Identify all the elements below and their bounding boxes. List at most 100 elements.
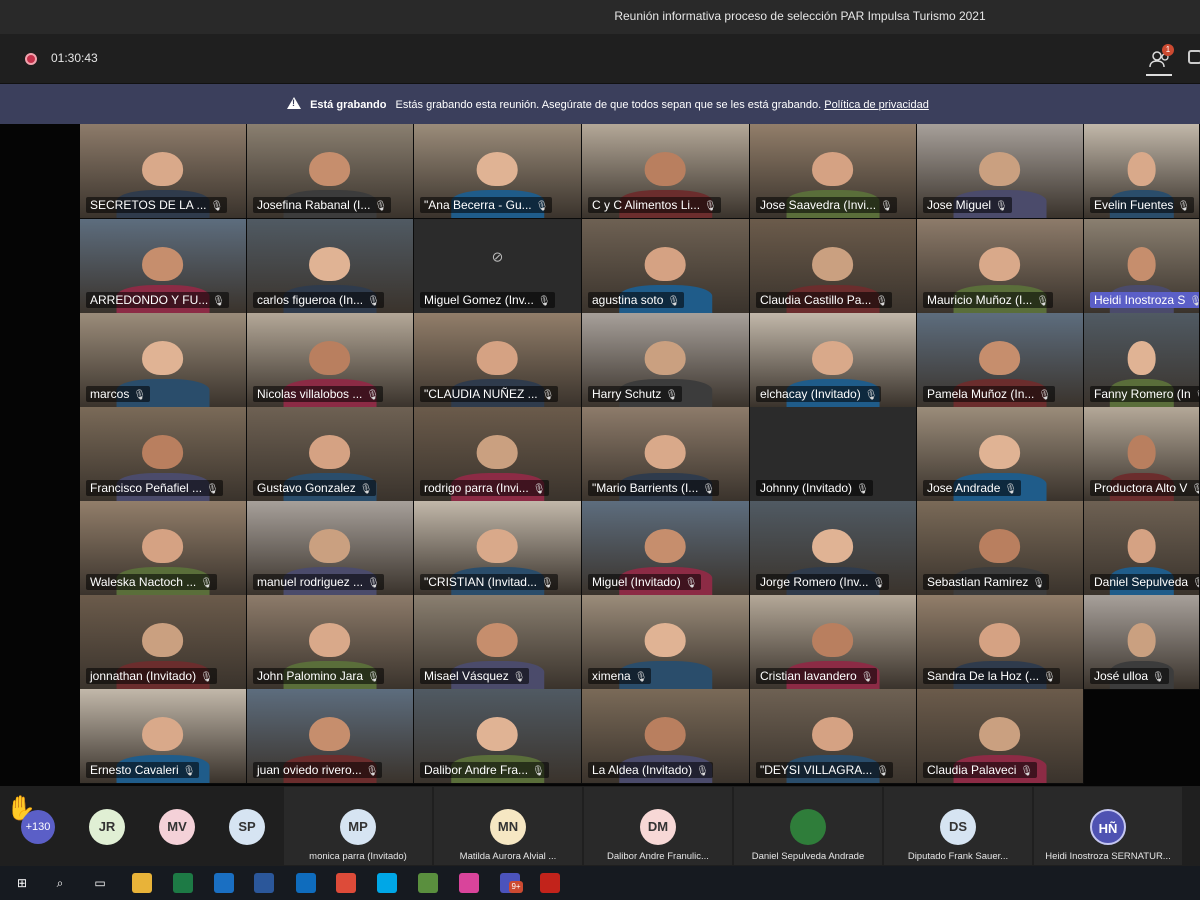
video-tile[interactable]: carlos figueroa (In... 🎙: [247, 219, 414, 314]
mic-muted-icon: 🎙: [1192, 578, 1199, 589]
participant-name-label: Miguel (Invitado) 🎙: [588, 574, 702, 590]
video-tile[interactable]: "Mario Barrients (I... 🎙: [582, 407, 750, 502]
video-tile[interactable]: Heidi Inostroza S🎙: [1084, 219, 1200, 314]
video-tile[interactable]: John Palomino Jara 🎙: [247, 595, 414, 690]
file-explorer-icon[interactable]: [132, 873, 152, 893]
participant-name: rodrigo parra (Invi...: [424, 481, 529, 495]
participant-name: carlos figueroa (In...: [257, 293, 364, 307]
participant-name: Waleska Nactoch ...: [90, 575, 197, 589]
participant-name: "Mario Barrients (I...: [592, 481, 699, 495]
mic-muted-icon: 🎙: [684, 578, 698, 589]
video-tile[interactable]: Daniel Sepulveda🎙: [1084, 501, 1200, 596]
video-tile[interactable]: Johnny (Invitado) 🎙: [750, 407, 917, 502]
video-tile[interactable]: juan oviedo rivero... 🎙: [247, 689, 414, 784]
video-tile[interactable]: jonnathan (Invitado) 🎙: [80, 595, 247, 690]
video-tile[interactable]: C y C Alimentos Li... 🎙: [582, 124, 750, 219]
video-tile[interactable]: Productora Alto V🎙: [1084, 407, 1200, 502]
mic-muted-icon: 🎙: [535, 201, 549, 212]
skype-icon[interactable]: [377, 873, 397, 893]
video-tile[interactable]: Evelin Fuentes 🎙: [1084, 124, 1200, 219]
teams-notification-badge: 9+: [509, 881, 523, 893]
participant-name: marcos: [90, 387, 130, 401]
video-tile[interactable]: "DEYSI VILLAGRA... 🎙: [750, 689, 917, 784]
video-tile[interactable]: rodrigo parra (Invi... 🎙: [414, 407, 582, 502]
avatar[interactable]: MV: [159, 809, 195, 845]
avatar: MN: [490, 809, 526, 845]
photos-icon[interactable]: [418, 873, 438, 893]
video-tile[interactable]: "CLAUDIA NUÑEZ ... 🎙: [414, 313, 582, 408]
mic-muted-icon: 🎙: [532, 484, 546, 495]
video-tile[interactable]: ARREDONDO Y FU... 🎙: [80, 219, 247, 314]
video-tile[interactable]: La Aldea (Invitado) 🎙: [582, 689, 750, 784]
video-tile[interactable]: Claudia Palaveci 🎙: [917, 689, 1084, 784]
video-tile[interactable]: Dalibor Andre Fra... 🎙: [414, 689, 582, 784]
excel-icon[interactable]: [173, 873, 193, 893]
video-tile[interactable]: Gustavo Gonzalez 🎙: [247, 407, 414, 502]
participant-name: La Aldea (Invitado): [592, 763, 693, 777]
participant-name: jonnathan (Invitado): [90, 669, 197, 683]
video-tile[interactable]: Fanny Romero (In 🎙: [1084, 313, 1200, 408]
video-tile[interactable]: agustina soto 🎙: [582, 219, 750, 314]
participant-name-label: Heidi Inostroza S🎙: [1090, 292, 1199, 308]
video-tile[interactable]: Sebastian Ramirez 🎙: [917, 501, 1084, 596]
video-tile[interactable]: Claudia Castillo Pa... 🎙: [750, 219, 917, 314]
video-tile[interactable]: Mauricio Muñoz (I... 🎙: [917, 219, 1084, 314]
participant-tile[interactable]: MN Matilda Aurora Alvial ...: [434, 787, 582, 865]
participant-tile-name: Daniel Sepulveda Andrade: [751, 851, 865, 862]
video-tile[interactable]: Misael Vásquez 🎙: [414, 595, 582, 690]
video-tile[interactable]: Waleska Nactoch ... 🎙: [80, 501, 247, 596]
privacy-policy-link[interactable]: Política de privacidad: [824, 99, 929, 111]
video-tile[interactable]: Jose Andrade 🎙: [917, 407, 1084, 502]
mic-muted-icon: 🎙: [532, 766, 545, 777]
video-tile[interactable]: Pamela Muñoz (In... 🎙: [917, 313, 1084, 408]
video-tile[interactable]: Jose Saavedra (Invi... 🎙: [750, 124, 917, 219]
participant-name: juan oviedo rivero...: [257, 763, 362, 777]
participant-name: Claudia Palaveci: [927, 763, 1017, 777]
participant-tile[interactable]: Daniel Sepulveda Andrade: [734, 787, 882, 865]
participant-tile[interactable]: DM Dalibor Andre Franulic...: [584, 787, 732, 865]
video-tile[interactable]: Ernesto Cavaleri 🎙: [80, 689, 247, 784]
video-tile[interactable]: Jose Miguel 🎙: [917, 124, 1084, 219]
video-tile[interactable]: ⊘ Miguel Gomez (Inv... 🎙: [414, 219, 582, 314]
video-tile[interactable]: Sandra De la Hoz (... 🎙: [917, 595, 1084, 690]
avatar[interactable]: JR: [89, 809, 125, 845]
participant-name: Sebastian Ramirez: [927, 575, 1029, 589]
mic-muted-icon: 🎙: [359, 484, 373, 495]
video-tile[interactable]: manuel rodriguez ... 🎙: [247, 501, 414, 596]
acrobat-icon[interactable]: [540, 873, 560, 893]
video-tile[interactable]: "Ana Becerra - Gu... 🎙: [414, 124, 582, 219]
avatar[interactable]: SP: [229, 809, 265, 845]
video-tile[interactable]: elchacay (Invitado) 🎙: [750, 313, 917, 408]
itunes-icon[interactable]: [459, 873, 479, 893]
video-tile[interactable]: Nicolas villalobos ... 🎙: [247, 313, 414, 408]
word-icon[interactable]: [254, 873, 274, 893]
chat-icon[interactable]: [1188, 50, 1200, 64]
participant-name-label: Josefina Rabanal (I... 🎙: [253, 197, 392, 213]
search-icon[interactable]: ⌕: [50, 873, 70, 893]
participant-tile[interactable]: MP monica parra (Invitado): [284, 787, 432, 865]
video-tile[interactable]: Jorge Romero (Inv... 🎙: [750, 501, 917, 596]
mic-muted-icon: 🎙: [876, 766, 890, 777]
participant-name-label: Claudia Castillo Pa... 🎙: [756, 292, 893, 308]
participant-tile[interactable]: HÑ Heidi Inostroza SERNATUR...: [1034, 787, 1182, 865]
video-tile[interactable]: Josefina Rabanal (I... 🎙: [247, 124, 414, 219]
chrome-icon[interactable]: [336, 873, 356, 893]
avatar: DS: [940, 809, 976, 845]
mic-muted-icon: 🎙: [1004, 484, 1018, 495]
video-tile[interactable]: Miguel (Invitado) 🎙: [582, 501, 750, 596]
task-view-icon[interactable]: ▭: [90, 873, 110, 893]
windows-start-icon[interactable]: ⊞: [12, 873, 32, 893]
video-tile[interactable]: Francisco Peñafiel ... 🎙: [80, 407, 247, 502]
video-tile[interactable]: Harry Schutz 🎙: [582, 313, 750, 408]
participant-name-label: "DEYSI VILLAGRA... 🎙: [756, 762, 894, 778]
internet-explorer-icon[interactable]: [214, 873, 234, 893]
outlook-icon[interactable]: [296, 873, 316, 893]
video-tile[interactable]: marcos 🎙: [80, 313, 247, 408]
video-tile[interactable]: "CRISTIAN (Invitad... 🎙: [414, 501, 582, 596]
participant-tile[interactable]: DS Diputado Frank Sauer...: [884, 787, 1032, 865]
video-tile[interactable]: José ulloa 🎙: [1084, 595, 1200, 690]
more-participants-badge[interactable]: +130: [21, 810, 55, 844]
video-tile[interactable]: SECRETOS DE LA ... 🎙: [80, 124, 247, 219]
video-tile[interactable]: ximena 🎙: [582, 595, 750, 690]
video-tile[interactable]: Cristian lavandero 🎙: [750, 595, 917, 690]
